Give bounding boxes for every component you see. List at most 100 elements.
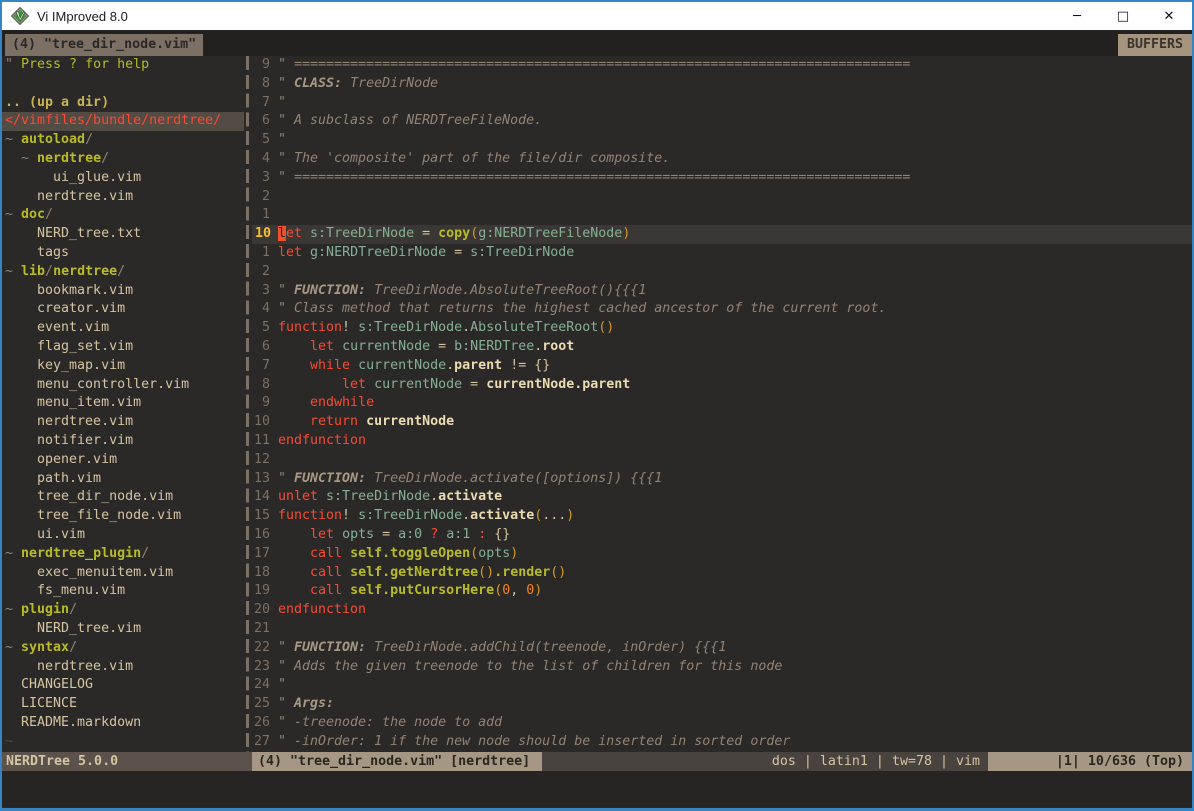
nerdtree-item[interactable]: ~ xyxy=(2,733,244,752)
line-number: 26 xyxy=(252,714,278,733)
title-bar: Vi IMproved 8.0 ─ □ ✕ xyxy=(2,2,1192,30)
editor-line[interactable]: 15function! s:TreeDirNode.activate(...) xyxy=(252,507,1192,526)
nerdtree-item[interactable]: event.vim xyxy=(2,319,244,338)
editor-line[interactable]: 1let g:NERDTreeDirNode = s:TreeDirNode xyxy=(252,244,1192,263)
code-segment-t: . xyxy=(446,358,454,373)
editor-line[interactable]: 24" xyxy=(252,676,1192,695)
line-number: 6 xyxy=(252,338,278,357)
editor-pane: 9" =====================================… xyxy=(252,56,1192,752)
line-number: 27 xyxy=(252,733,278,752)
editor-line[interactable]: 9 endwhile xyxy=(252,394,1192,413)
editor-cursor-line[interactable]: 10let s:TreeDirNode = copy(g:NERDTreeFil… xyxy=(252,225,1192,244)
editor-line[interactable]: 2 xyxy=(252,188,1192,207)
nerdtree-item[interactable]: nerdtree.vim xyxy=(2,188,244,207)
code-segment-t xyxy=(334,339,342,354)
editor-line[interactable]: 16 let opts = a:0 ? a:1 : {} xyxy=(252,526,1192,545)
editor-line[interactable]: 6 let currentNode = b:NERDTree.root xyxy=(252,338,1192,357)
code-segment-f: self.getNerdtree xyxy=(350,565,478,580)
nerdtree-item[interactable]: creator.vim xyxy=(2,300,244,319)
window-split-separator[interactable] xyxy=(244,56,252,752)
editor-line[interactable]: 6" A subclass of NERDTreeFileNode. xyxy=(252,112,1192,131)
nerdtree-item[interactable] xyxy=(2,75,244,94)
editor-line[interactable]: 25" Args: xyxy=(252,695,1192,714)
line-number: 16 xyxy=(252,526,278,545)
nerdtree-item[interactable]: bookmark.vim xyxy=(2,282,244,301)
nerdtree-item[interactable]: key_map.vim xyxy=(2,357,244,376)
code-segment-t xyxy=(342,546,350,561)
nerdtree-item[interactable]: ui.vim xyxy=(2,526,244,545)
maximize-button[interactable]: □ xyxy=(1100,2,1146,30)
nerdtree-item[interactable]: tree_file_node.vim xyxy=(2,507,244,526)
editor-line[interactable]: 8" CLASS: TreeDirNode xyxy=(252,75,1192,94)
editor-line[interactable]: 26" -treenode: the node to add xyxy=(252,714,1192,733)
nerdtree-item[interactable]: menu_controller.vim xyxy=(2,376,244,395)
editor-line[interactable]: 21 xyxy=(252,620,1192,639)
nerdtree-item[interactable]: ~ autoload/ xyxy=(2,131,244,150)
nerdtree-item[interactable]: menu_item.vim xyxy=(2,394,244,413)
nerdtree-item[interactable]: ui_glue.vim xyxy=(2,169,244,188)
nerdtree-item[interactable]: flag_set.vim xyxy=(2,338,244,357)
nerdtree-item[interactable]: opener.vim xyxy=(2,451,244,470)
nerdtree-item[interactable]: ~ doc/ xyxy=(2,206,244,225)
editor-line[interactable]: 7 while currentNode.parent != {} xyxy=(252,357,1192,376)
editor-line[interactable]: 17 call self.toggleOpen(opts) xyxy=(252,545,1192,564)
code-segment-p: ( xyxy=(470,546,478,561)
nerdtree-item[interactable]: nerdtree.vim xyxy=(2,413,244,432)
editor-line[interactable]: 9" =====================================… xyxy=(252,56,1192,75)
nerdtree-item[interactable]: NERD_tree.txt xyxy=(2,225,244,244)
editor-line[interactable]: 20endfunction xyxy=(252,601,1192,620)
command-line[interactable] xyxy=(2,771,1192,807)
code-segment-t: , xyxy=(510,583,526,598)
nerdtree-item[interactable]: LICENCE xyxy=(2,695,244,714)
editor-line[interactable]: 11endfunction xyxy=(252,432,1192,451)
nerdtree-item[interactable]: tree_dir_node.vim xyxy=(2,488,244,507)
editor-line[interactable]: 12 xyxy=(252,451,1192,470)
code-text: " The 'composite' part of the file/dir c… xyxy=(278,150,1192,169)
editor-line[interactable]: 14unlet s:TreeDirNode.activate xyxy=(252,488,1192,507)
editor-line[interactable]: 5function! s:TreeDirNode.AbsoluteTreeRoo… xyxy=(252,319,1192,338)
nerdtree-item[interactable]: tags xyxy=(2,244,244,263)
editor-line[interactable]: 8 let currentNode = currentNode.parent xyxy=(252,376,1192,395)
nerdtree-item[interactable]: NERD_tree.vim xyxy=(2,620,244,639)
nerdtree-item[interactable]: path.vim xyxy=(2,470,244,489)
editor-line[interactable]: 3" =====================================… xyxy=(252,169,1192,188)
editor-line[interactable]: 7" xyxy=(252,94,1192,113)
editor-line[interactable]: 10 return currentNode xyxy=(252,413,1192,432)
buffers-label[interactable]: BUFFERS xyxy=(1118,34,1192,56)
line-number: 18 xyxy=(252,564,278,583)
editor-line[interactable]: 18 call self.getNerdtree().render() xyxy=(252,564,1192,583)
nerdtree-item[interactable]: nerdtree.vim xyxy=(2,658,244,677)
editor-line[interactable]: 19 call self.putCursorHere(0, 0) xyxy=(252,582,1192,601)
nerdtree-item[interactable]: CHANGELOG xyxy=(2,676,244,695)
tab-tree-dir-node[interactable]: (4) "tree_dir_node.vim" xyxy=(5,34,203,56)
code-text: while currentNode.parent != {} xyxy=(278,357,1192,376)
code-segment-t xyxy=(278,377,342,392)
editor-line[interactable]: 3" FUNCTION: TreeDirNode.AbsoluteTreeRoo… xyxy=(252,282,1192,301)
line-number: 4 xyxy=(252,300,278,319)
code-segment-c: " -treenode: the node to add xyxy=(278,715,502,730)
editor-line[interactable]: 23" Adds the given treenode to the list … xyxy=(252,658,1192,677)
nerdtree-item[interactable]: ~ lib/nerdtree/ xyxy=(2,263,244,282)
code-segment-p: ) xyxy=(622,226,630,241)
nerdtree-item[interactable]: README.markdown xyxy=(2,714,244,733)
nerdtree-item[interactable]: ~ nerdtree_plugin/ xyxy=(2,545,244,564)
nerdtree-item[interactable]: " Press ? for help xyxy=(2,56,244,75)
editor-line[interactable]: 1 xyxy=(252,206,1192,225)
editor-line[interactable]: 22" FUNCTION: TreeDirNode.addChild(treen… xyxy=(252,639,1192,658)
nerdtree-item[interactable]: ~ syntax/ xyxy=(2,639,244,658)
editor-line[interactable]: 2 xyxy=(252,263,1192,282)
minimize-button[interactable]: ─ xyxy=(1054,2,1100,30)
nerdtree-item[interactable]: fs_menu.vim xyxy=(2,582,244,601)
editor-line[interactable]: 5" xyxy=(252,131,1192,150)
nerdtree-item[interactable]: ~ plugin/ xyxy=(2,601,244,620)
nerdtree-item[interactable]: exec_menuitem.vim xyxy=(2,564,244,583)
nerdtree-root-item[interactable]: </vimfiles/bundle/nerdtree/ xyxy=(2,112,244,131)
close-button[interactable]: ✕ xyxy=(1146,2,1192,30)
nerdtree-item[interactable]: notifier.vim xyxy=(2,432,244,451)
nerdtree-item[interactable]: .. (up a dir) xyxy=(2,94,244,113)
editor-line[interactable]: 27" -inOrder: 1 if the new node should b… xyxy=(252,733,1192,752)
editor-line[interactable]: 4" Class method that returns the highest… xyxy=(252,300,1192,319)
editor-line[interactable]: 4" The 'composite' part of the file/dir … xyxy=(252,150,1192,169)
editor-line[interactable]: 13" FUNCTION: TreeDirNode.activate([opti… xyxy=(252,470,1192,489)
nerdtree-item[interactable]: ~ nerdtree/ xyxy=(2,150,244,169)
